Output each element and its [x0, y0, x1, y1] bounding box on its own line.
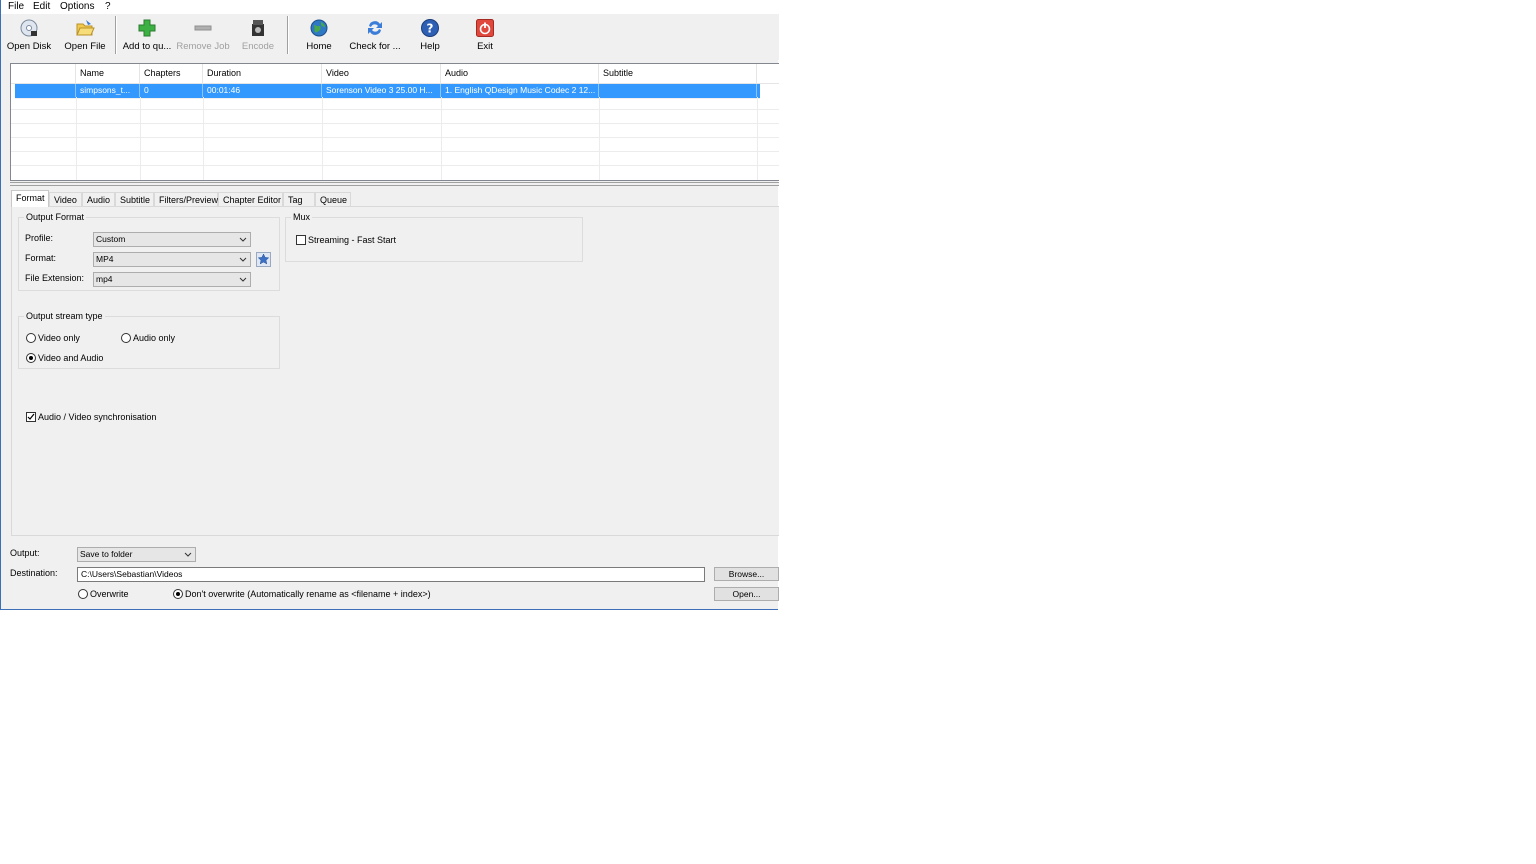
video-only-label: Video only — [38, 333, 80, 343]
av-sync-label: Audio / Video synchronisation — [38, 412, 157, 422]
menu-edit[interactable]: Edit — [33, 1, 50, 12]
output-stream-type-group: Output stream type Video only Audio only… — [18, 311, 280, 369]
remove-job-button[interactable]: Remove Job — [176, 16, 230, 56]
column-header-duration[interactable]: Duration — [203, 64, 322, 83]
row-icon-cell — [15, 84, 76, 97]
chevron-down-icon — [239, 277, 247, 282]
encode-button[interactable]: Encode — [236, 16, 280, 56]
streaming-fast-start-checkbox[interactable] — [296, 235, 306, 245]
format-label: Format: — [25, 253, 57, 263]
profile-label: Profile: — [25, 233, 54, 243]
overwrite-radio[interactable] — [78, 589, 88, 599]
minus-icon — [194, 25, 212, 31]
column-header[interactable] — [11, 64, 76, 83]
tab-tag[interactable]: Tag — [283, 192, 315, 206]
column-header-audio[interactable]: Audio — [441, 64, 599, 83]
check-for-updates-button[interactable]: Check for ... — [347, 16, 403, 56]
output-value: Save to folder — [80, 549, 133, 559]
empty-rows-grid — [11, 97, 779, 180]
question-icon: ? — [421, 19, 439, 37]
job-list-header: Name Chapters Duration Video Audio Subti… — [11, 64, 779, 84]
plus-icon — [138, 19, 156, 37]
cell-chapters: 0 — [140, 84, 203, 97]
destination-label: Destination: — [10, 568, 58, 578]
app-window: File Edit Options ? Open Disk Open File — [0, 0, 779, 610]
folder-open-icon — [76, 20, 95, 36]
output-stream-type-title: Output stream type — [24, 311, 105, 321]
open-file-button[interactable]: Open File — [62, 16, 108, 56]
disc-icon — [20, 19, 38, 37]
help-button[interactable]: ? Help — [413, 16, 447, 56]
profile-select[interactable]: Custom — [93, 232, 251, 247]
globe-icon — [310, 19, 328, 37]
video-only-radio[interactable] — [26, 333, 36, 343]
svg-text:?: ? — [427, 22, 434, 36]
file-extension-value: mp4 — [96, 274, 113, 284]
dont-overwrite-label: Don't overwrite (Automatically rename as… — [185, 589, 431, 599]
exit-button[interactable]: Exit — [469, 16, 501, 56]
streaming-fast-start-label: Streaming - Fast Start — [308, 235, 397, 245]
output-label: Output: — [10, 548, 40, 558]
audio-only-radio[interactable] — [121, 333, 131, 343]
cell-name: simpsons_t... — [76, 84, 140, 97]
format-tab-page: Output Format Profile: Custom Format: MP… — [11, 206, 779, 536]
splitter[interactable] — [10, 182, 779, 186]
video-and-audio-radio[interactable] — [26, 353, 36, 363]
column-header-name[interactable]: Name — [76, 64, 140, 83]
format-select[interactable]: MP4 — [93, 252, 251, 267]
chevron-down-icon — [239, 237, 247, 242]
toolbar: Open Disk Open File Add to qu... Remove … — [1, 14, 779, 60]
home-button[interactable]: Home — [299, 16, 339, 56]
open-button[interactable]: Open... — [714, 587, 779, 601]
tab-format[interactable]: Format — [11, 190, 49, 207]
audio-only-label: Audio only — [133, 333, 176, 343]
tab-chapter-editor[interactable]: Chapter Editor — [218, 192, 283, 206]
video-and-audio-label: Video and Audio — [38, 353, 104, 363]
cell-subtitle — [599, 84, 757, 97]
menu-bar: File Edit Options ? — [1, 0, 779, 14]
menu-help[interactable]: ? — [105, 1, 111, 12]
cell-audio: 1. English QDesign Music Codec 2 12... — [441, 84, 599, 97]
overwrite-label: Overwrite — [90, 589, 129, 599]
dont-overwrite-radio[interactable] — [173, 589, 183, 599]
tab-video[interactable]: Video — [49, 192, 82, 206]
browse-button[interactable]: Browse... — [714, 567, 779, 581]
profile-value: Custom — [96, 234, 126, 244]
output-format-title: Output Format — [24, 212, 87, 222]
tab-subtitle[interactable]: Subtitle — [115, 192, 154, 206]
file-extension-label: File Extension: — [25, 273, 85, 283]
menu-options[interactable]: Options — [60, 1, 94, 12]
output-select[interactable]: Save to folder — [77, 547, 196, 562]
mux-group: Mux Streaming - Fast Start — [285, 212, 583, 262]
chevron-down-icon — [184, 552, 192, 557]
tab-filters-preview[interactable]: Filters/Preview — [154, 192, 218, 206]
output-format-group: Output Format Profile: Custom Format: MP… — [18, 212, 280, 291]
format-value: MP4 — [96, 254, 114, 264]
add-to-queue-button[interactable]: Add to qu... — [120, 16, 174, 56]
cell-video: Sorenson Video 3 25.00 H... — [322, 84, 441, 97]
open-disk-button[interactable]: Open Disk — [5, 16, 53, 56]
column-header-video[interactable]: Video — [322, 64, 441, 83]
file-extension-select[interactable]: mp4 — [93, 272, 251, 287]
star-favorite-icon[interactable] — [256, 252, 271, 267]
film-reel-icon — [252, 20, 264, 36]
cell-duration: 00:01:46 — [203, 84, 322, 97]
refresh-icon — [368, 21, 382, 35]
tab-audio[interactable]: Audio — [82, 192, 115, 206]
menu-file[interactable]: File — [8, 1, 24, 12]
destination-input[interactable]: C:\Users\Sebastian\Videos — [77, 567, 705, 582]
checkmark-icon — [27, 413, 35, 420]
column-header-subtitle[interactable]: Subtitle — [599, 64, 757, 83]
power-icon — [476, 19, 494, 37]
toolbar-separator — [287, 16, 289, 54]
column-header-chapters[interactable]: Chapters — [140, 64, 203, 83]
job-list[interactable]: Name Chapters Duration Video Audio Subti… — [10, 63, 779, 181]
chevron-down-icon — [239, 257, 247, 262]
av-sync-checkbox[interactable] — [26, 412, 36, 422]
tab-queue[interactable]: Queue — [315, 192, 351, 206]
mux-title: Mux — [291, 212, 313, 222]
toolbar-separator — [115, 16, 117, 54]
